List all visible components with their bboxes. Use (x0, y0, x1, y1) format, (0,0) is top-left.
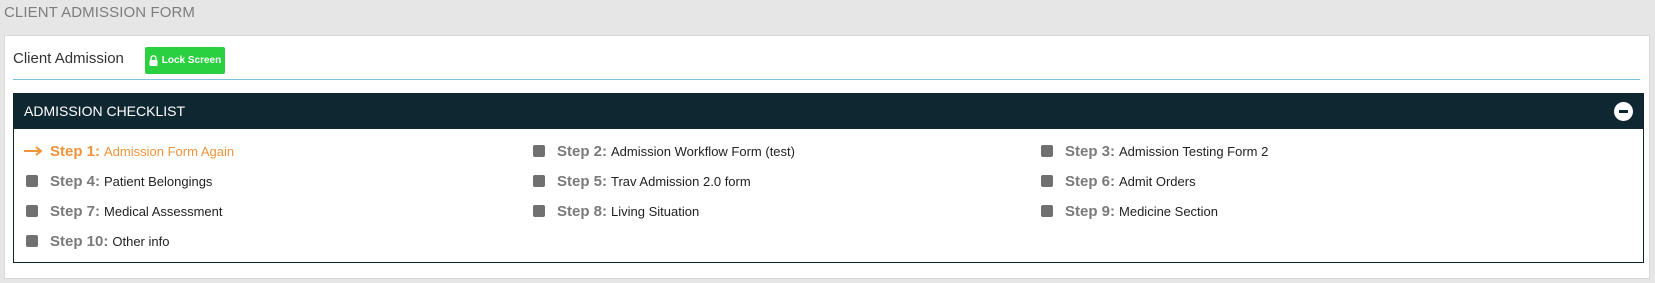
step-label: Step 4: (50, 172, 101, 190)
step-name: Other info (112, 233, 170, 249)
checklist-steps: Step 1: Admission Form Again Step 2: Adm… (14, 129, 1643, 262)
step-6[interactable]: Step 6: Admit Orders (1039, 171, 1196, 191)
admission-checklist: ADMISSION CHECKLIST Step 1: Admission Fo… (13, 93, 1644, 263)
page-header: CLIENT ADMISSION FORM (4, 4, 196, 21)
square-icon (1041, 175, 1053, 187)
step-name: Medical Assessment (104, 203, 223, 219)
square-icon (26, 235, 38, 247)
step-label: Step 6: (1065, 172, 1116, 190)
step-9[interactable]: Step 9: Medicine Section (1039, 201, 1218, 221)
square-icon (533, 145, 545, 157)
step-name: Trav Admission 2.0 form (611, 173, 751, 189)
square-icon (533, 205, 545, 217)
step-name: Medicine Section (1119, 203, 1219, 219)
step-name: Living Situation (611, 203, 700, 219)
lock-screen-button[interactable]: Lock Screen (145, 47, 225, 74)
step-5[interactable]: Step 5: Trav Admission 2.0 form (531, 171, 751, 191)
panel-toolbar: Client Admission Lock Screen (13, 36, 1640, 80)
step-name: Patient Belongings (104, 173, 213, 189)
step-1[interactable]: Step 1: Admission Form Again (24, 141, 234, 161)
checklist-title: ADMISSION CHECKLIST (24, 103, 186, 119)
lock-screen-label: Lock Screen (161, 55, 222, 66)
panel-title: Client Admission (13, 50, 124, 67)
arrow-right-icon (24, 145, 44, 157)
step-7[interactable]: Step 7: Medical Assessment (24, 201, 223, 221)
step-label: Step 5: (557, 172, 608, 190)
square-icon (1041, 205, 1053, 217)
step-2[interactable]: Step 2: Admission Workflow Form (test) (531, 141, 795, 161)
step-name: Admission Form Again (104, 143, 235, 159)
square-icon (26, 175, 38, 187)
step-name: Admit Orders (1119, 173, 1196, 189)
step-label: Step 9: (1065, 202, 1116, 220)
step-label: Step 3: (1065, 142, 1116, 160)
square-icon (1041, 145, 1053, 157)
step-8[interactable]: Step 8: Living Situation (531, 201, 699, 221)
step-label: Step 7: (50, 202, 101, 220)
step-3[interactable]: Step 3: Admission Testing Form 2 (1039, 141, 1268, 161)
step-label: Step 8: (557, 202, 608, 220)
step-label: Step 2: (557, 142, 608, 160)
step-label: Step 1: (50, 142, 101, 160)
checklist-header: ADMISSION CHECKLIST (14, 94, 1643, 129)
step-10[interactable]: Step 10: Other info (24, 231, 169, 251)
admission-panel: Client Admission Lock Screen ADMISSION C… (4, 35, 1650, 279)
step-label: Step 10: (50, 232, 109, 250)
step-name: Admission Workflow Form (test) (611, 143, 795, 159)
step-4[interactable]: Step 4: Patient Belongings (24, 171, 212, 191)
minus-circle-icon[interactable] (1614, 102, 1633, 121)
step-name: Admission Testing Form 2 (1119, 143, 1269, 159)
lock-icon (149, 55, 158, 66)
square-icon (533, 175, 545, 187)
square-icon (26, 205, 38, 217)
